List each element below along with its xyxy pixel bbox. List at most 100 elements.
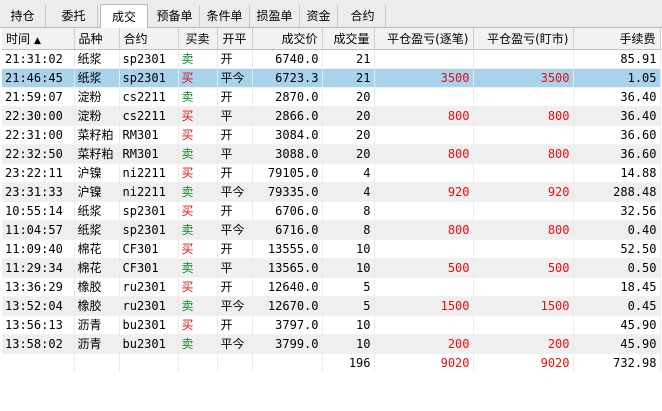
tab-trades[interactable]: 成交 bbox=[100, 4, 148, 28]
open-close-flag: 开 bbox=[217, 315, 253, 335]
tab-positions[interactable]: 持仓 bbox=[0, 5, 46, 27]
table-row[interactable]: 10:55:14 纸浆 sp2301 买开 6706.0 8 32.56 bbox=[2, 201, 661, 221]
tab-prepared-orders[interactable]: 预备单 bbox=[150, 5, 200, 27]
trade-time: 13:36:29 bbox=[2, 277, 75, 297]
table-row[interactable]: 11:29:34 棉花 CF301 卖平 13565.0 10 500 500 0.50 bbox=[2, 258, 661, 278]
table-row[interactable]: 22:31:00 菜籽粕 RM301 买开 3084.0 20 36.60 bbox=[2, 125, 661, 145]
pnl-fifo bbox=[374, 239, 474, 259]
trade-volume: 21 bbox=[322, 68, 375, 88]
col-header-price[interactable]: 成交价 bbox=[252, 28, 323, 50]
variety-name: 淀粉 bbox=[74, 106, 120, 126]
sort-ascending-icon: ▲ bbox=[34, 36, 41, 46]
trade-direction: 买 bbox=[178, 277, 218, 297]
trade-direction: 卖 bbox=[178, 182, 218, 202]
pnl-fifo bbox=[374, 163, 474, 183]
trade-time: 11:04:57 bbox=[2, 220, 75, 240]
variety-name: 淀粉 bbox=[74, 87, 120, 107]
table-row[interactable]: 22:32:50 菜籽粕 RM301 卖平 3088.0 20 800 800 36.60 bbox=[2, 144, 661, 164]
table-row[interactable]: 22:30:00 淀粉 cs2211 买平 2866.0 20 800 800 36.40 bbox=[2, 106, 661, 126]
trade-price: 3084.0 bbox=[252, 125, 323, 145]
tab-funds[interactable]: 资金 bbox=[300, 5, 338, 27]
total-pnl-fifo: 9020 bbox=[374, 353, 474, 372]
total-volume: 196 bbox=[322, 353, 375, 372]
pnl-mark: 800 bbox=[473, 144, 574, 164]
trade-price: 79335.0 bbox=[252, 182, 323, 202]
col-header-fee[interactable]: 手续费 bbox=[573, 28, 661, 50]
trade-time: 13:52:04 bbox=[2, 296, 75, 316]
table-row[interactable]: 13:36:29 橡胶 ru2301 买开 12640.0 5 18.45 bbox=[2, 277, 661, 297]
variety-name: 棉花 bbox=[74, 239, 120, 259]
table-row[interactable]: 21:59:07 淀粉 cs2211 卖开 2870.0 20 36.40 bbox=[2, 87, 661, 107]
trade-price: 2870.0 bbox=[252, 87, 323, 107]
pnl-fifo: 500 bbox=[374, 258, 474, 278]
col-header-volume[interactable]: 成交量 bbox=[322, 28, 375, 50]
col-header-time[interactable]: 时间 ▲ bbox=[2, 28, 75, 50]
trade-fee: 52.50 bbox=[573, 239, 661, 259]
trade-price: 6740.0 bbox=[252, 49, 323, 69]
trade-volume: 10 bbox=[322, 239, 375, 259]
table-row[interactable]: 23:22:11 沪镍 ni2211 买开 79105.0 4 14.88 bbox=[2, 163, 661, 183]
trade-price: 6716.0 bbox=[252, 220, 323, 240]
col-header-contract[interactable]: 合约 bbox=[119, 28, 179, 50]
trade-fee: 18.45 bbox=[573, 277, 661, 297]
trade-fee: 0.45 bbox=[573, 296, 661, 316]
pnl-fifo bbox=[374, 277, 474, 297]
tab-stop-profit-orders[interactable]: 损盈单 bbox=[250, 5, 300, 27]
contract-code: RM301 bbox=[119, 125, 179, 145]
trade-direction: 卖 bbox=[178, 87, 218, 107]
totals-spacer bbox=[119, 353, 179, 372]
trade-fee: 14.88 bbox=[573, 163, 661, 183]
col-header-pnl-mark[interactable]: 平仓盈亏(盯市) bbox=[473, 28, 574, 50]
trade-fee: 0.40 bbox=[573, 220, 661, 240]
col-header-variety[interactable]: 品种 bbox=[74, 28, 120, 50]
table-row[interactable]: 13:58:02 沥青 bu2301 卖平今 3799.0 10 200 200 45.90 bbox=[2, 334, 661, 354]
table-row[interactable]: 21:31:02 纸浆 sp2301 卖开 6740.0 21 85.91 bbox=[2, 49, 661, 69]
trade-price: 13555.0 bbox=[252, 239, 323, 259]
open-close-flag: 平 bbox=[217, 106, 253, 126]
col-header-direction[interactable]: 买卖 bbox=[178, 28, 218, 50]
pnl-mark bbox=[473, 277, 574, 297]
table-row[interactable]: 11:04:57 纸浆 sp2301 卖平今 6716.0 8 800 800 0.40 bbox=[2, 220, 661, 240]
trade-volume: 20 bbox=[322, 125, 375, 145]
table-row[interactable]: 13:56:13 沥青 bu2301 买开 3797.0 10 45.90 bbox=[2, 315, 661, 335]
open-close-flag: 开 bbox=[217, 277, 253, 297]
contract-code: ni2211 bbox=[119, 163, 179, 183]
col-header-pnl-fifo[interactable]: 平仓盈亏(逐笔) bbox=[374, 28, 474, 50]
trade-direction: 卖 bbox=[178, 49, 218, 69]
pnl-mark bbox=[473, 125, 574, 145]
col-header-openclose[interactable]: 开平 bbox=[217, 28, 253, 50]
table-header-row: 时间 ▲ 品种 合约 买卖 开平 成交价 成交量 平仓盈亏(逐笔) 平仓盈亏(盯市… bbox=[2, 28, 661, 50]
table-row[interactable]: 13:52:04 橡胶 ru2301 卖平今 12670.0 5 1500 1500 0.45 bbox=[2, 296, 661, 316]
open-close-flag: 平今 bbox=[217, 296, 253, 316]
trade-volume: 5 bbox=[322, 296, 375, 316]
trade-direction: 买 bbox=[178, 68, 218, 88]
contract-code: RM301 bbox=[119, 144, 179, 164]
trade-direction: 卖 bbox=[178, 258, 218, 278]
trade-time: 10:55:14 bbox=[2, 201, 75, 221]
trade-price: 6706.0 bbox=[252, 201, 323, 221]
contract-code: ru2301 bbox=[119, 277, 179, 297]
trade-fee: 45.90 bbox=[573, 334, 661, 354]
contract-code: sp2301 bbox=[119, 49, 179, 69]
table-row[interactable]: 23:31:33 沪镍 ni2211 卖平今 79335.0 4 920 920 288.48 bbox=[2, 182, 661, 202]
tab-conditional-orders[interactable]: 条件单 bbox=[200, 5, 250, 27]
trade-volume: 10 bbox=[322, 258, 375, 278]
contract-code: CF301 bbox=[119, 258, 179, 278]
variety-name: 菜籽粕 bbox=[74, 125, 120, 145]
trade-time: 13:58:02 bbox=[2, 334, 75, 354]
trade-fee: 36.60 bbox=[573, 125, 661, 145]
tab-orders[interactable]: 委托 bbox=[50, 5, 98, 27]
trade-price: 6723.3 bbox=[252, 68, 323, 88]
variety-name: 橡胶 bbox=[74, 296, 120, 316]
table-row[interactable]: 21:46:45 纸浆 sp2301 买平今 6723.3 21 3500 3500 1.05 bbox=[2, 68, 661, 88]
tab-contracts[interactable]: 合约 bbox=[340, 5, 386, 27]
pnl-fifo bbox=[374, 125, 474, 145]
trade-volume: 4 bbox=[322, 182, 375, 202]
trade-volume: 20 bbox=[322, 144, 375, 164]
trade-fee: 85.91 bbox=[573, 49, 661, 69]
pnl-mark bbox=[473, 201, 574, 221]
open-close-flag: 平今 bbox=[217, 220, 253, 240]
contract-code: cs2211 bbox=[119, 87, 179, 107]
table-row[interactable]: 11:09:40 棉花 CF301 买开 13555.0 10 52.50 bbox=[2, 239, 661, 259]
trade-price: 79105.0 bbox=[252, 163, 323, 183]
